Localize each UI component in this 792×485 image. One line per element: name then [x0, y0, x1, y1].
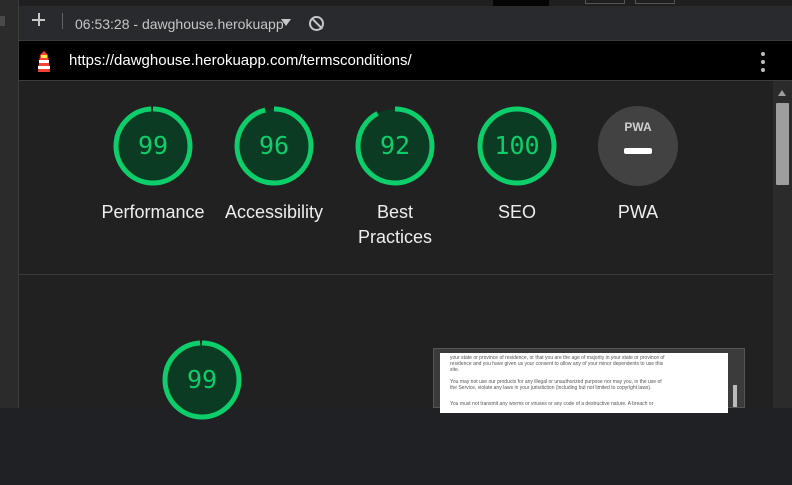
pwa-badge: PWA	[598, 106, 678, 186]
left-panel-strip	[0, 0, 19, 408]
pwa-badge-text: PWA	[624, 120, 652, 134]
accessibility-label: Accessibility	[224, 202, 324, 222]
vertical-scrollbar[interactable]	[773, 81, 792, 408]
screenshot-page: your state or province of residence, or …	[440, 353, 728, 413]
top-edge-tab	[585, 0, 625, 4]
screenshot-text-line: residence and you have given us your con…	[450, 361, 664, 367]
top-edge-block	[493, 0, 549, 6]
performance-label: Performance	[101, 202, 205, 222]
pwa-label: PWA	[617, 202, 659, 222]
top-edge-tab	[635, 0, 675, 4]
best-practices-label: Best Practices	[357, 202, 433, 247]
screenshot-text-line: the Service, violate any laws in your ju…	[450, 385, 652, 391]
screenshot-scrollbar	[733, 385, 737, 407]
screenshot-text-line: You must not transmit any worms or virus…	[450, 401, 654, 407]
gauge-seo[interactable]: 100 SEO	[452, 81, 582, 251]
more-options-kebab-icon[interactable]	[759, 51, 767, 73]
best-practices-score-value: 92	[379, 131, 411, 160]
performance-detail-gauge[interactable]: 99	[137, 315, 267, 485]
seo-label: SEO	[497, 202, 536, 222]
report-content: 99 Performance 96 Accessibility 92 Best …	[19, 81, 773, 420]
section-divider	[19, 274, 773, 275]
report-selector[interactable]: 06:53:28 - dawghouse.herokuapp.com	[75, 15, 283, 33]
toolbar-separator	[62, 13, 63, 29]
clear-reports-block-icon[interactable]	[309, 16, 324, 31]
performance-score-value: 99	[137, 131, 169, 160]
seo-score-value: 100	[494, 131, 540, 160]
final-screenshot-preview[interactable]: your state or province of residence, or …	[433, 348, 745, 413]
lighthouse-icon	[38, 51, 50, 72]
gauge-best-practices[interactable]: 92 Best Practices	[330, 81, 460, 251]
accessibility-score-value: 96	[258, 131, 290, 160]
chevron-down-icon[interactable]	[281, 19, 291, 26]
gauge-performance[interactable]: 99 Performance	[88, 81, 218, 251]
report-url-bar: https://dawghouse.herokuapp.com/termscon…	[19, 41, 792, 81]
devtools-lighthouse-toolbar: 06:53:28 - dawghouse.herokuapp.com	[19, 0, 792, 41]
toolbar-top-edge	[19, 0, 792, 6]
new-report-plus-icon[interactable]	[30, 11, 48, 29]
scrollbar-thumb[interactable]	[776, 103, 789, 185]
performance-detail-score-value: 99	[186, 365, 218, 394]
report-url-link[interactable]: https://dawghouse.herokuapp.com/termscon…	[69, 52, 412, 70]
scroll-up-arrow-icon[interactable]	[778, 90, 786, 96]
pwa-dash-icon	[624, 148, 652, 154]
screenshot-text-line: site.	[450, 367, 460, 373]
panel-edge	[0, 16, 5, 26]
gauge-accessibility[interactable]: 96 Accessibility	[209, 81, 339, 251]
gauge-pwa[interactable]: PWA PWA	[573, 81, 703, 251]
